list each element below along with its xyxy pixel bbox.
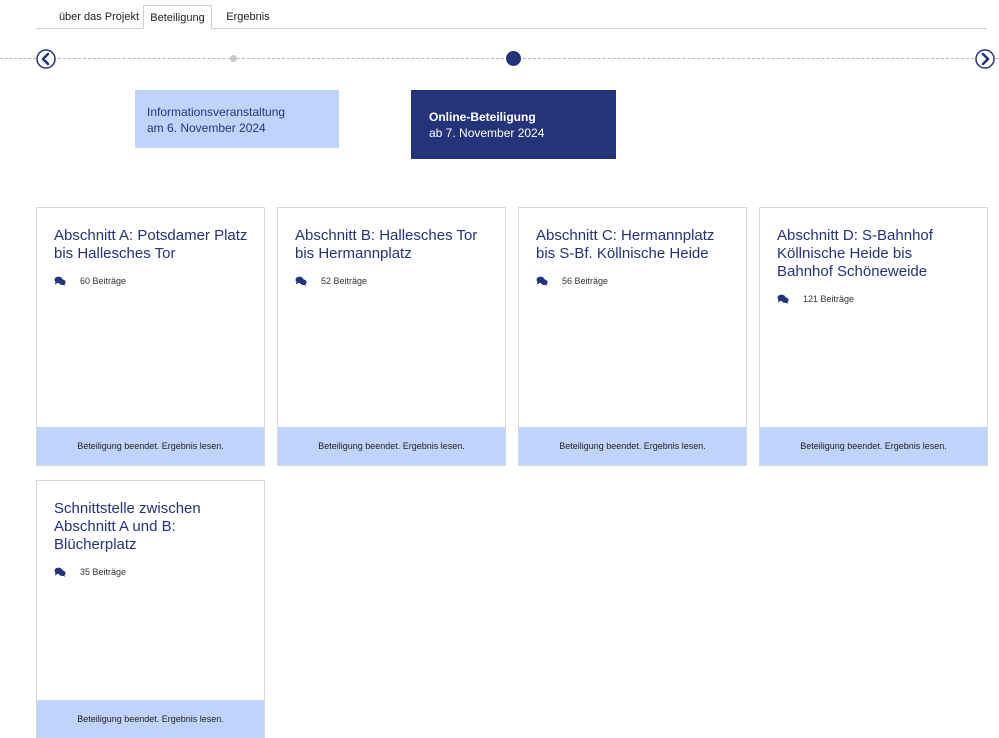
timeline-line [523, 58, 974, 59]
card-comment-count: 52 Beiträge [295, 276, 367, 286]
tab-ueber-das-projekt[interactable]: über das Projekt [52, 5, 146, 29]
comments-icon [295, 276, 307, 286]
comments-icon [777, 294, 789, 304]
timeline-line [995, 58, 999, 59]
card-title: Abschnitt C: Hermannplatz bis S-Bf. Köll… [536, 227, 715, 262]
comment-count-text: 121 Beiträge [803, 294, 855, 304]
card-footer-status[interactable]: Beteiligung beendet. Ergebnis lesen. [519, 427, 746, 465]
card-title: Schnittstelle zwischen Abschnitt A und B… [54, 500, 201, 553]
card-comment-count: 60 Beiträge [54, 276, 126, 286]
tab-beteiligung[interactable]: Beteiligung [143, 5, 212, 29]
chevron-right-icon [975, 49, 995, 69]
comment-count-text: 52 Beiträge [321, 276, 368, 286]
card-title: Abschnitt D: S-Bahnhof Köllnische Heide … [777, 227, 933, 280]
phase-date: am 6. November 2024 [147, 121, 266, 135]
comments-icon [54, 276, 66, 286]
comment-count-text: 56 Beiträge [562, 276, 609, 286]
comment-count-text: 60 Beiträge [80, 276, 127, 286]
card-comment-count: 35 Beiträge [54, 567, 126, 577]
timeline [0, 44, 999, 74]
section-card-a[interactable]: Abschnitt A: Potsdamer Platz bis Hallesc… [36, 207, 265, 466]
timeline-step-info[interactable] [230, 55, 237, 62]
timeline-line [58, 58, 504, 59]
card-title: Abschnitt A: Potsdamer Platz bis Hallesc… [54, 227, 248, 262]
card-footer-status[interactable]: Beteiligung beendet. Ergebnis lesen. [278, 427, 505, 465]
card-footer-status[interactable]: Beteiligung beendet. Ergebnis lesen. [37, 427, 264, 465]
card-footer-status[interactable]: Beteiligung beendet. Ergebnis lesen. [760, 427, 987, 465]
phase-informationsveranstaltung[interactable]: Informationsveranstaltung am 6. November… [135, 90, 339, 148]
tab-ergebnis[interactable]: Ergebnis [218, 5, 278, 29]
card-comment-count: 121 Beiträge [777, 294, 854, 304]
comments-icon [54, 567, 66, 577]
section-card-d[interactable]: Abschnitt D: S-Bahnhof Köllnische Heide … [759, 207, 988, 466]
tab-bar: über das Projekt Beteiligung Ergebnis [0, 0, 999, 29]
next-button[interactable] [975, 49, 995, 69]
phase-title: Online-Beteiligung [429, 110, 536, 124]
phase-title: Informationsveranstaltung [147, 105, 286, 119]
timeline-step-online[interactable] [506, 51, 521, 66]
phase-date: ab 7. November 2024 [429, 126, 545, 140]
section-card-bluecherplatz[interactable]: Schnittstelle zwischen Abschnitt A und B… [36, 480, 265, 738]
section-card-b[interactable]: Abschnitt B: Hallesches Tor bis Hermannp… [277, 207, 506, 466]
timeline-line [0, 58, 36, 59]
prev-button[interactable] [36, 49, 56, 69]
card-comment-count: 56 Beiträge [536, 276, 608, 286]
card-footer-status[interactable]: Beteiligung beendet. Ergebnis lesen. [37, 700, 264, 738]
chevron-left-icon [36, 49, 56, 69]
comments-icon [536, 276, 548, 286]
section-card-c[interactable]: Abschnitt C: Hermannplatz bis S-Bf. Köll… [518, 207, 747, 466]
phase-online-beteiligung[interactable]: Online-Beteiligung ab 7. November 2024 [411, 90, 616, 159]
card-title: Abschnitt B: Hallesches Tor bis Hermannp… [295, 227, 478, 262]
comment-count-text: 35 Beiträge [80, 567, 127, 577]
